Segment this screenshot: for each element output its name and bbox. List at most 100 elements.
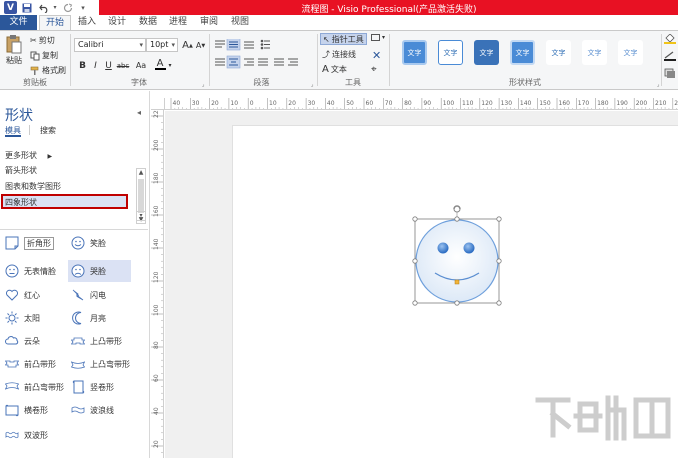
shape-styles-group-label: 形状样式 — [509, 78, 541, 87]
close-icon[interactable]: ✕ — [372, 49, 381, 62]
tab-insert[interactable]: 插入 — [72, 15, 102, 30]
ruler-tick-label: 70 — [385, 100, 393, 107]
tools-group-label: 工具 — [345, 78, 361, 87]
shape-heart[interactable]: 红心 — [2, 284, 64, 306]
shape-wave[interactable]: 波浪线 — [68, 399, 130, 421]
shape-neutral-face[interactable]: 无表情脸 — [2, 260, 64, 282]
effects-icon[interactable] — [664, 68, 676, 78]
shape-style-1[interactable]: 文字 — [402, 40, 427, 65]
vertical-ruler[interactable]: 220 200 180 160 140 120 100 80 60 40 20 — [151, 110, 164, 458]
paragraph-dialog-launcher-icon[interactable]: ⌟ — [308, 78, 316, 91]
left-eye — [437, 242, 449, 254]
paste-icon — [6, 35, 22, 54]
shape-vertical-scroll[interactable]: 竖卷形 — [68, 376, 130, 398]
shape-cloud[interactable]: 云朵 — [2, 330, 64, 352]
smiley-icon — [71, 236, 85, 250]
italic-button[interactable]: I — [89, 59, 102, 72]
shape-lightning[interactable]: 闪电 — [68, 284, 130, 306]
underline-button[interactable]: U — [102, 59, 115, 72]
ruler-tick-label: 10 — [230, 100, 238, 107]
scroll-up-icon[interactable]: ▲ — [137, 169, 145, 176]
shape-moon[interactable]: 月亮 — [68, 307, 130, 329]
font-name-select[interactable]: Calibri ▾ — [74, 38, 146, 52]
pointer-tool-button[interactable]: ↖ 指针工具 — [320, 33, 367, 45]
shape-horizontal-scroll[interactable]: 横卷形 — [2, 399, 64, 421]
right-eye — [463, 242, 475, 254]
chevron-down-icon: ▾ — [139, 41, 143, 49]
vertical-ruler-ticks: 220 200 180 160 140 120 100 80 60 40 20 — [151, 110, 163, 453]
horizontal-ruler[interactable]: 40 30 20 10 0 10 20 30 40 50 60 70 80 90 100 110 120 130 1… — [165, 98, 678, 110]
line-icon[interactable] — [664, 51, 676, 61]
strikethrough-button[interactable]: abc — [115, 59, 131, 72]
rectangle-tool-button[interactable]: ▾ — [371, 34, 385, 41]
tab-review[interactable]: 审阅 — [194, 15, 224, 30]
shape-up-ribbon[interactable]: 上凸带形 — [68, 330, 130, 352]
tab-search[interactable]: 搜索 — [40, 125, 56, 136]
stencil-selected-highlight[interactable]: 四象形状 — [1, 194, 128, 209]
ruler-tick-label: 30 — [192, 100, 200, 107]
double-wave-icon — [5, 431, 19, 439]
selected-smiley-shape[interactable] — [405, 203, 505, 315]
copy-button[interactable]: 复制 — [30, 50, 58, 61]
paintbrush-icon — [30, 66, 39, 75]
shape-smiley[interactable]: 笑脸 — [68, 232, 130, 254]
curved-up-ribbon-icon — [71, 361, 85, 369]
collapse-pane-icon[interactable]: ◂ — [137, 108, 141, 117]
font-size-select[interactable]: 10pt ▾ — [146, 38, 178, 52]
ruler-tick-label: 150 — [539, 100, 551, 107]
font-color-swatch — [154, 68, 166, 70]
mouth-control-handle[interactable] — [454, 279, 460, 285]
shape-style-5[interactable]: 文字 — [546, 40, 571, 65]
more-shapes-button[interactable]: 更多形状 ▶ — [5, 150, 52, 161]
bold-button[interactable]: B — [76, 59, 89, 72]
font-dialog-launcher-icon[interactable]: ⌟ — [199, 78, 207, 91]
shape-style-6[interactable]: 文字 — [582, 40, 607, 65]
shape-style-7[interactable]: 文字 — [618, 40, 643, 65]
grow-font-button[interactable]: A ▲ — [181, 39, 194, 52]
stencil-charts-math[interactable]: 图表和数学图形 — [5, 181, 61, 192]
connector-tool-button[interactable]: ⤴ 连接线 — [322, 49, 356, 60]
shrink-font-button[interactable]: A ▼ — [194, 39, 207, 52]
connection-point-icon[interactable]: ⌖ — [371, 64, 377, 75]
ruler-tick-label: 40 — [327, 100, 335, 107]
tab-view[interactable]: 视图 — [225, 15, 255, 30]
fill-icon[interactable] — [664, 33, 676, 44]
pointer-icon: ↖ — [323, 34, 330, 44]
ruler-tick-label: 60 — [153, 374, 160, 382]
cut-button[interactable]: ✂ 剪切 — [30, 35, 55, 46]
tab-design[interactable]: 设计 — [102, 15, 132, 30]
format-painter-button[interactable]: 格式刷 — [30, 65, 66, 76]
change-case-button[interactable]: Aa — [133, 59, 149, 72]
ruler-tick-label: 10 — [269, 100, 277, 107]
shape-curved-down-ribbon[interactable]: 前凸弯带形 — [2, 376, 64, 398]
text-a-icon: A — [322, 64, 329, 75]
ruler-tick-label: 140 — [153, 238, 160, 250]
stencil-arrow-shapes[interactable]: 箭头形状 — [5, 165, 37, 176]
ruler-tick-label: 50 — [346, 100, 354, 107]
ruler-tick-label: 60 — [366, 100, 374, 107]
chevron-down-icon[interactable]: ▾ — [166, 59, 174, 72]
shape-folded-corner[interactable]: 折角形 — [2, 232, 64, 254]
ruler-tick-label: 200 — [636, 100, 648, 107]
shape-style-4[interactable]: 文字 — [510, 40, 535, 65]
tab-process[interactable]: 进程 — [163, 15, 193, 30]
copy-icon — [30, 51, 40, 60]
shape-style-3[interactable]: 文字 — [474, 40, 499, 65]
shape-double-wave[interactable]: 双波形 — [2, 424, 64, 446]
text-tool-button[interactable]: A 文本 — [322, 64, 347, 75]
scroll-down-button[interactable]: ▾ — [136, 211, 146, 221]
shape-sad-face[interactable]: 哭脸 — [68, 260, 131, 282]
rectangle-icon — [371, 34, 380, 41]
shape-style-2[interactable]: 文字 — [438, 40, 463, 65]
shape-curved-up-ribbon[interactable]: 上凸弯带形 — [68, 353, 130, 375]
scrollbar-thumb[interactable] — [138, 179, 144, 213]
shape-down-ribbon[interactable]: 前凸带形 — [2, 353, 64, 375]
wave-icon — [71, 406, 85, 414]
tab-data[interactable]: 数据 — [133, 15, 163, 30]
shape-sun[interactable]: 太阳 — [2, 307, 64, 329]
tab-home[interactable]: 开始 — [39, 15, 72, 31]
tab-file[interactable]: 文件 — [0, 15, 37, 30]
ruler-tick-label: 20 — [153, 440, 160, 448]
chevron-down-icon: ▾ — [382, 34, 386, 41]
paste-button[interactable]: 粘贴 — [6, 34, 22, 66]
